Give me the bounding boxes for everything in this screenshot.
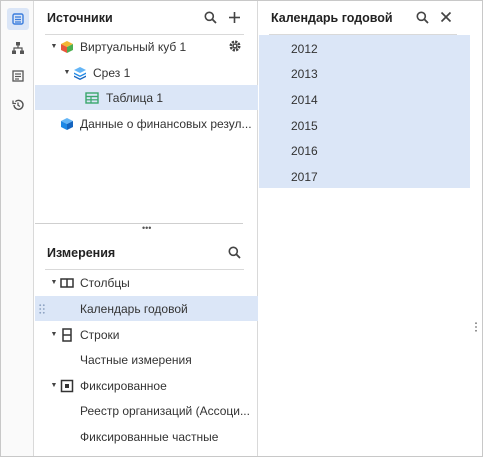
dimension-label: Фиксированное bbox=[80, 378, 167, 393]
layers-icon bbox=[74, 66, 86, 80]
search-icon bbox=[416, 11, 429, 24]
dimension-label: Строки bbox=[80, 327, 120, 342]
sources-panel: Источники ▼ Виртуальный куб 1 ▼ Срез 1 Т… bbox=[35, 1, 258, 456]
year-item-2014[interactable]: 2014 bbox=[291, 93, 318, 107]
panel-splitter[interactable] bbox=[35, 223, 243, 224]
year-item-2012[interactable]: 2012 bbox=[291, 42, 318, 56]
dimension-item-fixed-private[interactable]: Фиксированные частные bbox=[35, 424, 258, 449]
dimension-item-private[interactable]: Частные измерения bbox=[35, 347, 258, 372]
calendar-search-button[interactable] bbox=[413, 8, 431, 26]
rail-report-button[interactable] bbox=[7, 65, 29, 87]
tree-item-table[interactable]: Таблица 1 bbox=[35, 85, 258, 110]
calendar-title: Календарь годовой bbox=[271, 11, 393, 25]
calendar-close-button[interactable] bbox=[437, 8, 455, 26]
dimensions-search-button[interactable] bbox=[225, 243, 243, 261]
tree-item-slice[interactable]: ▼ Срез 1 bbox=[35, 60, 258, 85]
rows-icon bbox=[62, 327, 72, 342]
history-icon bbox=[12, 99, 24, 111]
cube-multicolor-icon bbox=[61, 40, 73, 53]
fixed-icon bbox=[60, 379, 74, 392]
year-item-2015[interactable]: 2015 bbox=[291, 119, 318, 133]
report-text-icon bbox=[12, 70, 24, 82]
drag-handle-icon[interactable] bbox=[39, 304, 45, 314]
plus-icon bbox=[228, 11, 240, 23]
year-item-2017[interactable]: 2017 bbox=[291, 170, 318, 184]
table-icon bbox=[85, 91, 99, 104]
rail-history-button[interactable] bbox=[7, 94, 29, 116]
columns-icon bbox=[60, 277, 74, 288]
tree-item-virtual-cube[interactable]: ▼ Виртуальный куб 1 bbox=[35, 34, 258, 59]
tree-item-label: Данные о финансовых резул... bbox=[80, 116, 252, 131]
hierarchy-icon bbox=[12, 42, 24, 54]
sources-title: Источники bbox=[47, 11, 113, 25]
year-item-2016[interactable]: 2016 bbox=[291, 144, 318, 158]
caret-down-icon[interactable]: ▼ bbox=[50, 331, 58, 338]
year-item-2013[interactable]: 2013 bbox=[291, 67, 318, 81]
caret-down-icon[interactable]: ▼ bbox=[50, 43, 58, 50]
rail-hierarchy-button[interactable] bbox=[7, 37, 29, 59]
caret-down-icon[interactable]: ▼ bbox=[50, 279, 58, 286]
dimensions-title: Измерения bbox=[47, 246, 116, 260]
splitter-grip-icon[interactable]: ••• bbox=[142, 224, 151, 233]
dimension-item-calendar[interactable]: Календарь годовой bbox=[35, 296, 258, 321]
search-icon bbox=[204, 11, 217, 24]
tree-item-label: Срез 1 bbox=[93, 65, 131, 80]
sources-add-button[interactable] bbox=[225, 8, 243, 26]
resize-handle-icon[interactable] bbox=[474, 322, 478, 332]
close-icon bbox=[440, 11, 452, 23]
dimension-label: Реестр организаций (Ассоци... bbox=[80, 403, 250, 418]
dimension-label: Фиксированные частные bbox=[80, 429, 219, 444]
gear-icon[interactable] bbox=[228, 39, 242, 53]
tree-item-label: Виртуальный куб 1 bbox=[80, 39, 187, 54]
dimension-group-fixed[interactable]: ▼ Фиксированное bbox=[35, 373, 258, 398]
dimension-label: Календарь годовой bbox=[80, 301, 188, 316]
caret-down-icon[interactable]: ▼ bbox=[63, 69, 71, 76]
data-sources-icon bbox=[12, 13, 24, 25]
sources-search-button[interactable] bbox=[201, 8, 219, 26]
tree-item-label: Таблица 1 bbox=[106, 90, 164, 105]
dimension-item-registry[interactable]: Реестр организаций (Ассоци... bbox=[35, 398, 258, 423]
dimension-label: Столбцы bbox=[80, 275, 130, 290]
dimension-group-rows[interactable]: ▼ Строки bbox=[35, 322, 258, 347]
rail-sources-button[interactable] bbox=[7, 8, 29, 30]
dimension-label: Частные измерения bbox=[80, 352, 192, 367]
caret-down-icon[interactable]: ▼ bbox=[50, 382, 58, 389]
tree-item-financial-data[interactable]: Данные о финансовых резул... bbox=[35, 111, 258, 136]
cube-blue-icon bbox=[61, 117, 73, 130]
calendar-panel: Календарь годовой 2012 2013 2014 2015 20… bbox=[259, 1, 482, 456]
side-rail bbox=[1, 1, 34, 456]
dimension-group-columns[interactable]: ▼ Столбцы bbox=[35, 270, 258, 295]
year-list: 2012 2013 2014 2015 2016 2017 bbox=[259, 35, 470, 188]
search-icon bbox=[228, 246, 241, 259]
